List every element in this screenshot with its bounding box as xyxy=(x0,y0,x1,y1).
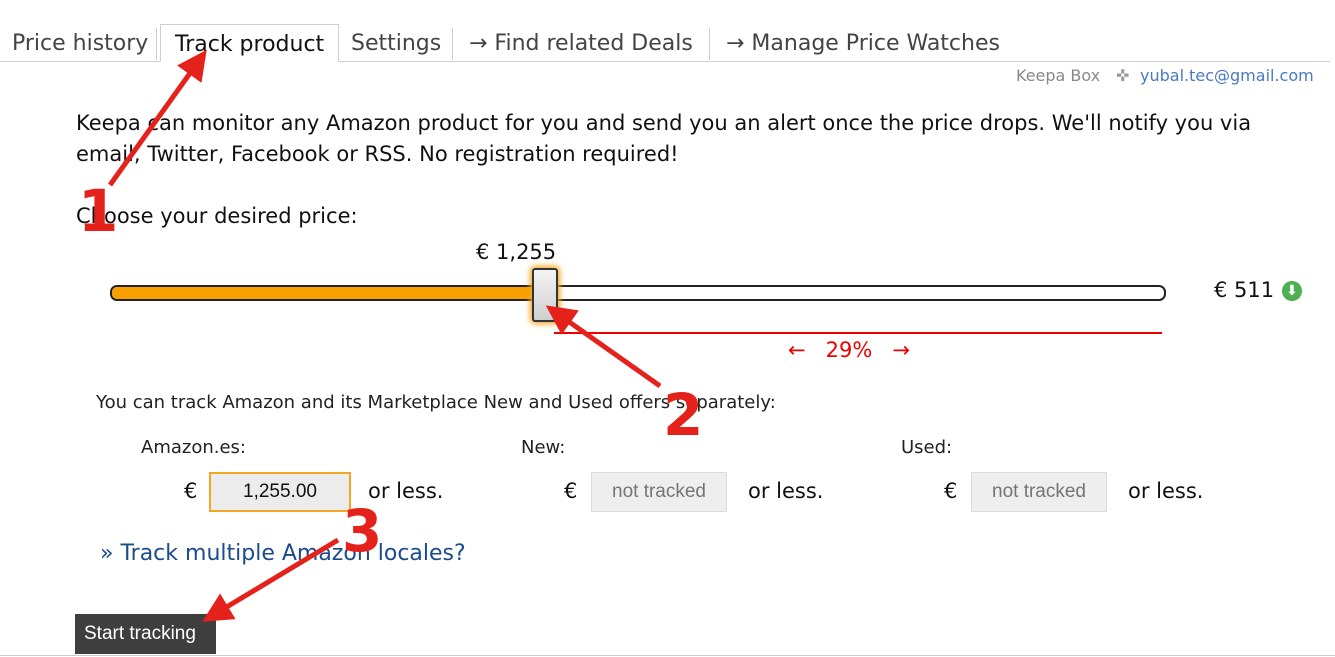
tab-divider xyxy=(156,28,157,60)
separator-icon: ✜ xyxy=(1116,66,1130,85)
start-tracking-button[interactable]: Start tracking xyxy=(75,614,216,654)
used-label: Used: xyxy=(901,437,953,458)
track-multiple-locales-link[interactable]: » Track multiple Amazon locales? xyxy=(100,541,466,566)
tab-divider xyxy=(452,28,453,60)
annotation-3: 3 xyxy=(342,497,383,565)
bottom-divider xyxy=(0,655,1335,656)
arrow-to-slider-handle xyxy=(545,305,662,389)
price-slider-fill xyxy=(112,287,544,299)
tab-find-related-deals[interactable]: → Find related Deals xyxy=(469,24,693,60)
new-price-input[interactable] xyxy=(591,472,727,512)
or-less-label: or less. xyxy=(1128,479,1204,503)
currency-symbol: € xyxy=(184,479,198,503)
tab-settings[interactable]: Settings xyxy=(351,24,441,60)
tab-divider xyxy=(709,28,710,60)
tab-manage-price-watches[interactable]: → Manage Price Watches xyxy=(726,24,1000,60)
currency-symbol: € xyxy=(944,479,958,503)
intro-text: Keepa can monitor any Amazon product for… xyxy=(76,111,1252,166)
used-price-input[interactable] xyxy=(971,472,1107,512)
price-slider-handle[interactable] xyxy=(532,268,558,322)
selected-price-label: € 1,255 xyxy=(476,240,557,264)
tab-price-history[interactable]: Price history xyxy=(12,24,148,60)
tab-bar: Price history Track product Settings → F… xyxy=(0,24,1330,62)
price-down-icon: ⬇ xyxy=(1282,281,1302,301)
amazon-price-input[interactable] xyxy=(209,472,351,512)
discount-percent-label: ← 29% → xyxy=(788,338,910,362)
annotation-2: 2 xyxy=(663,381,704,449)
keepa-box-link[interactable]: Keepa Box xyxy=(1016,66,1100,85)
current-price-label: € 511 xyxy=(1214,278,1275,302)
amazon-label: Amazon.es: xyxy=(141,437,246,458)
tab-track-product[interactable]: Track product xyxy=(160,24,340,62)
account-email-link[interactable]: yubal.tec@gmail.com xyxy=(1140,66,1314,85)
annotation-1: 1 xyxy=(78,177,119,245)
price-slider-track[interactable] xyxy=(110,285,1166,301)
currency-symbol: € xyxy=(564,479,578,503)
new-label: New: xyxy=(521,437,566,458)
discount-range-line xyxy=(554,332,1162,334)
or-less-label: or less. xyxy=(748,479,824,503)
